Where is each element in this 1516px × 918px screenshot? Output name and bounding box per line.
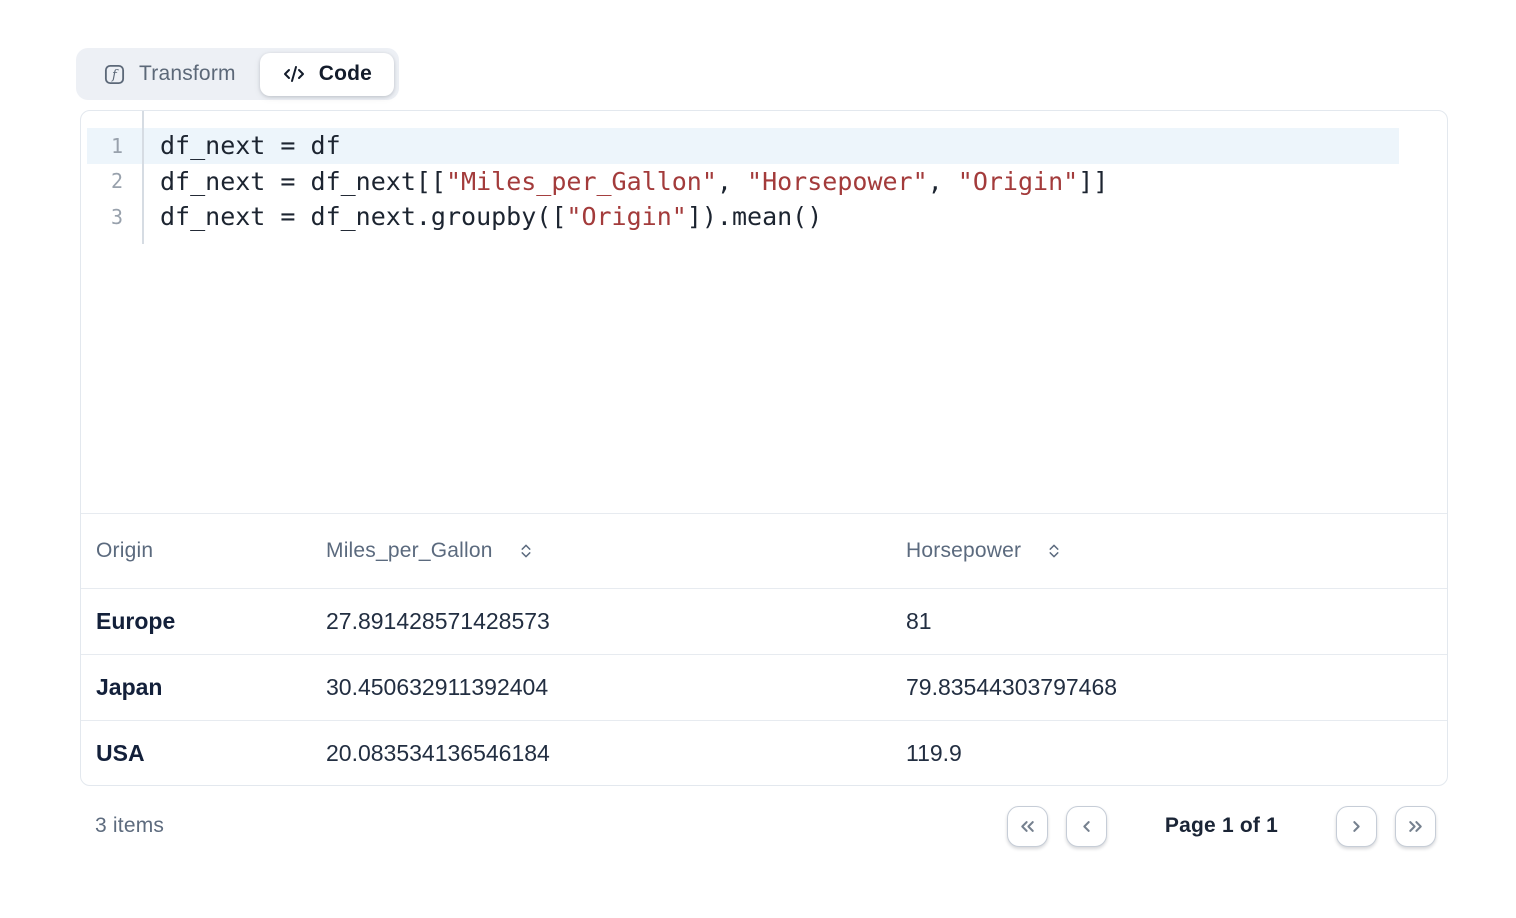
code-line-text: df_next = df_next.groupby(["Origin"]).me… — [142, 202, 822, 231]
code-line[interactable]: 1df_next = df — [81, 128, 1447, 164]
row-value-cell: 20.083534136546184 — [311, 740, 891, 767]
column-header-label: Origin — [96, 539, 153, 563]
main-panel: 1df_next = df2df_next = df_next[["Miles_… — [80, 110, 1448, 786]
row-value-cell: 79.83544303797468 — [891, 674, 1447, 701]
code-line[interactable]: 2df_next = df_next[["Miles_per_Gallon", … — [81, 164, 1447, 200]
code-editor[interactable]: 1df_next = df2df_next = df_next[["Miles_… — [81, 111, 1447, 513]
tab-code-label: Code — [319, 62, 372, 86]
first-page-button[interactable] — [1007, 806, 1048, 847]
tab-transform[interactable]: f Transform — [81, 53, 258, 96]
line-number: 3 — [81, 205, 142, 229]
code-line[interactable]: 3df_next = df_next.groupby(["Origin"]).m… — [81, 199, 1447, 235]
table-row[interactable]: USA20.083534136546184119.9 — [81, 720, 1447, 786]
chevrons-right-icon — [1405, 816, 1426, 837]
sort-icon[interactable] — [517, 542, 535, 560]
gutter-divider — [142, 111, 144, 244]
code-line-text: df_next = df — [142, 131, 341, 160]
row-value-cell: 119.9 — [891, 740, 1447, 767]
row-value-cell: 27.891428571428573 — [311, 608, 891, 635]
svg-text:f: f — [111, 67, 119, 82]
pagination: Page 1 of 1 — [1007, 806, 1448, 847]
table-footer: 3 items Page 1 of 1 — [80, 800, 1448, 852]
tab-transform-label: Transform — [139, 62, 236, 86]
table-header-row: Origin Miles_per_Gallon Horsepower — [81, 513, 1447, 588]
column-header-label: Miles_per_Gallon — [326, 539, 493, 563]
row-value-cell: 81 — [891, 608, 1447, 635]
table-row[interactable]: Europe27.89142857142857381 — [81, 588, 1447, 654]
code-line-text: df_next = df_next[["Miles_per_Gallon", "… — [142, 167, 1108, 196]
next-page-button[interactable] — [1336, 806, 1377, 847]
row-key-cell: Europe — [81, 608, 311, 635]
data-table: Origin Miles_per_Gallon Horsepower — [81, 513, 1447, 786]
code-icon — [282, 62, 306, 86]
items-count: 3 items — [80, 814, 164, 838]
column-header-horsepower[interactable]: Horsepower — [891, 539, 1447, 563]
row-key-cell: Japan — [81, 674, 311, 701]
line-number: 1 — [81, 134, 142, 158]
chevron-left-icon — [1076, 816, 1097, 837]
tab-code[interactable]: Code — [260, 53, 394, 96]
line-number: 2 — [81, 169, 142, 193]
row-key-cell: USA — [81, 740, 311, 767]
page-indicator: Page 1 of 1 — [1165, 814, 1278, 838]
last-page-button[interactable] — [1395, 806, 1436, 847]
code-lines: 1df_next = df2df_next = df_next[["Miles_… — [81, 128, 1447, 235]
chevrons-left-icon — [1017, 816, 1038, 837]
table-body: Europe27.89142857142857381Japan30.450632… — [81, 588, 1447, 786]
view-toggle: f Transform Code — [76, 48, 399, 100]
column-header-label: Horsepower — [906, 539, 1021, 563]
column-header-origin: Origin — [81, 539, 311, 563]
table-row[interactable]: Japan30.45063291139240479.83544303797468 — [81, 654, 1447, 720]
sort-icon[interactable] — [1045, 542, 1063, 560]
chevron-right-icon — [1346, 816, 1367, 837]
column-header-miles-per-gallon[interactable]: Miles_per_Gallon — [311, 539, 891, 563]
prev-page-button[interactable] — [1066, 806, 1107, 847]
row-value-cell: 30.450632911392404 — [311, 674, 891, 701]
function-square-icon: f — [103, 63, 126, 86]
